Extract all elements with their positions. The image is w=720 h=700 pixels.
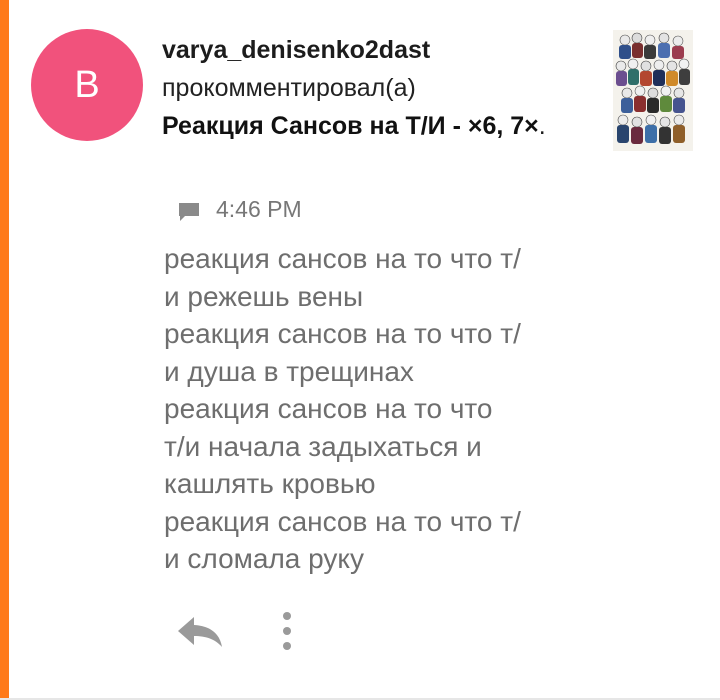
comment-line: и душа в трещинах bbox=[164, 355, 414, 387]
story-title[interactable]: Реакция Сансов на Т/И - ×6, 7× bbox=[162, 112, 539, 140]
comment-line: реакция сансов на то что т/ bbox=[164, 318, 521, 349]
comment-time: 4:46 PM bbox=[216, 196, 302, 222]
avatar[interactable]: B bbox=[31, 29, 143, 141]
more-vertical-icon[interactable] bbox=[278, 610, 296, 652]
comment-line: реакция сансов на то что т/ bbox=[164, 243, 521, 274]
comment-meta: 4:46 PM bbox=[177, 196, 302, 223]
comment-line: кашлять кровью bbox=[164, 468, 376, 499]
comment-line: и сломала руку bbox=[164, 543, 364, 574]
action-text: прокомментировал(а) bbox=[162, 74, 416, 102]
username[interactable]: varya_denisenko2dast bbox=[162, 31, 602, 69]
notification-card[interactable]: B varya_denisenko2dast прокомментировал(… bbox=[9, 0, 720, 700]
notification-header: varya_denisenko2dast прокомментировал(а)… bbox=[162, 31, 602, 145]
reply-icon[interactable] bbox=[174, 611, 226, 651]
comment-actions bbox=[174, 610, 296, 652]
avatar-letter: B bbox=[74, 63, 100, 106]
accent-bar bbox=[0, 0, 9, 700]
comment-line: и режешь вены bbox=[164, 280, 364, 312]
story-cover-thumbnail[interactable] bbox=[613, 30, 693, 151]
comment-icon bbox=[179, 202, 199, 221]
story-title-period: . bbox=[538, 112, 546, 140]
comment-line: реакция сансов на то что bbox=[164, 393, 493, 424]
comment-text: реакция сансов на то что т/ и режешь вен… bbox=[164, 240, 604, 578]
comment-line: т/и начала задыхаться и bbox=[164, 430, 482, 462]
comment-line: реакция сансов на то что т/ bbox=[164, 505, 521, 537]
